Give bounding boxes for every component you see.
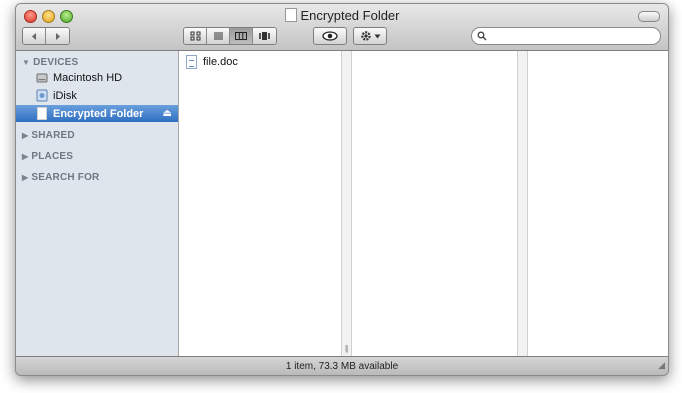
idisk-icon — [36, 89, 48, 102]
status-text: 1 item, 73.3 MB available — [285, 361, 399, 372]
disclosure-closed-icon: ▶ — [22, 152, 29, 161]
list-view-icon — [213, 32, 223, 40]
section-search-for[interactable]: ▶ SEARCH FOR — [22, 172, 99, 183]
toolbar-toggle-button[interactable] — [638, 11, 660, 22]
browser-column-2[interactable] — [352, 51, 517, 356]
section-places-label: PLACES — [31, 151, 74, 162]
eject-icon[interactable]: ⏏ — [163, 108, 172, 119]
section-shared-label: SHARED — [31, 130, 75, 141]
window-title-text: Encrypted Folder — [300, 8, 400, 23]
column-resize-divider[interactable] — [517, 51, 528, 356]
chevron-down-icon — [374, 34, 380, 38]
back-forward-buttons — [22, 27, 70, 45]
finder-window: Encrypted Folder ▼ DEVICES Macintosh HD … — [15, 3, 669, 376]
status-bar: 1 item, 73.3 MB available ◢ — [16, 355, 668, 375]
search-icon — [477, 31, 487, 41]
title-bar: Encrypted Folder — [16, 4, 668, 51]
section-devices-label: DEVICES — [33, 57, 79, 68]
section-search-for-label: SEARCH FOR — [31, 172, 100, 183]
browser-column-3[interactable] — [528, 51, 668, 356]
gear-icon — [360, 31, 371, 41]
view-mode-selector — [183, 27, 277, 45]
sidebar-item-idisk[interactable]: iDisk — [16, 87, 178, 104]
disk-image-icon — [37, 107, 47, 120]
section-places[interactable]: ▶ PLACES — [22, 151, 73, 162]
file-name: file.doc — [203, 56, 238, 68]
forward-button[interactable] — [46, 28, 69, 44]
icon-view-icon — [190, 31, 200, 41]
eye-icon — [322, 31, 338, 41]
search-field[interactable] — [471, 27, 661, 45]
forward-arrow-icon — [56, 32, 60, 40]
section-devices[interactable]: ▼ DEVICES — [22, 57, 78, 68]
icon-view-button[interactable] — [184, 28, 207, 44]
window-title: Encrypted Folder — [16, 8, 668, 23]
disclosure-closed-icon: ▶ — [22, 131, 29, 140]
section-shared[interactable]: ▶ SHARED — [22, 130, 75, 141]
resize-grip-icon[interactable]: ◢ — [658, 355, 665, 375]
column-view-icon — [235, 32, 247, 40]
sidebar: ▼ DEVICES Macintosh HD iDisk Encrypted Fo… — [16, 51, 179, 356]
back-button[interactable] — [23, 28, 46, 44]
hard-drive-icon — [36, 73, 48, 83]
disclosure-closed-icon: ▶ — [22, 173, 29, 182]
sidebar-item-macintosh-hd[interactable]: Macintosh HD — [16, 69, 178, 86]
column-browser: file.doc || — [179, 51, 668, 356]
list-item-file[interactable]: file.doc — [186, 55, 238, 69]
sidebar-item-label: Encrypted Folder — [53, 107, 144, 120]
sidebar-item-label: Macintosh HD — [53, 71, 123, 84]
column-grip-icon: || — [345, 344, 348, 353]
disclosure-open-icon: ▼ — [22, 58, 31, 67]
search-input[interactable] — [490, 29, 655, 43]
coverflow-view-button[interactable] — [253, 28, 276, 44]
quick-look-button[interactable] — [313, 27, 347, 45]
document-icon — [186, 55, 197, 69]
coverflow-view-icon — [259, 32, 270, 40]
sidebar-item-label: iDisk — [53, 89, 77, 102]
column-resize-divider[interactable]: || — [341, 51, 352, 356]
list-view-button[interactable] — [207, 28, 230, 44]
back-arrow-icon — [31, 32, 36, 40]
action-menu-button[interactable] — [353, 27, 387, 45]
browser-column-1[interactable]: file.doc — [179, 51, 341, 356]
sidebar-item-encrypted-folder[interactable]: Encrypted Folder ⏏ — [16, 105, 178, 122]
folder-proxy-icon[interactable] — [284, 8, 297, 22]
column-view-button[interactable] — [230, 28, 253, 44]
